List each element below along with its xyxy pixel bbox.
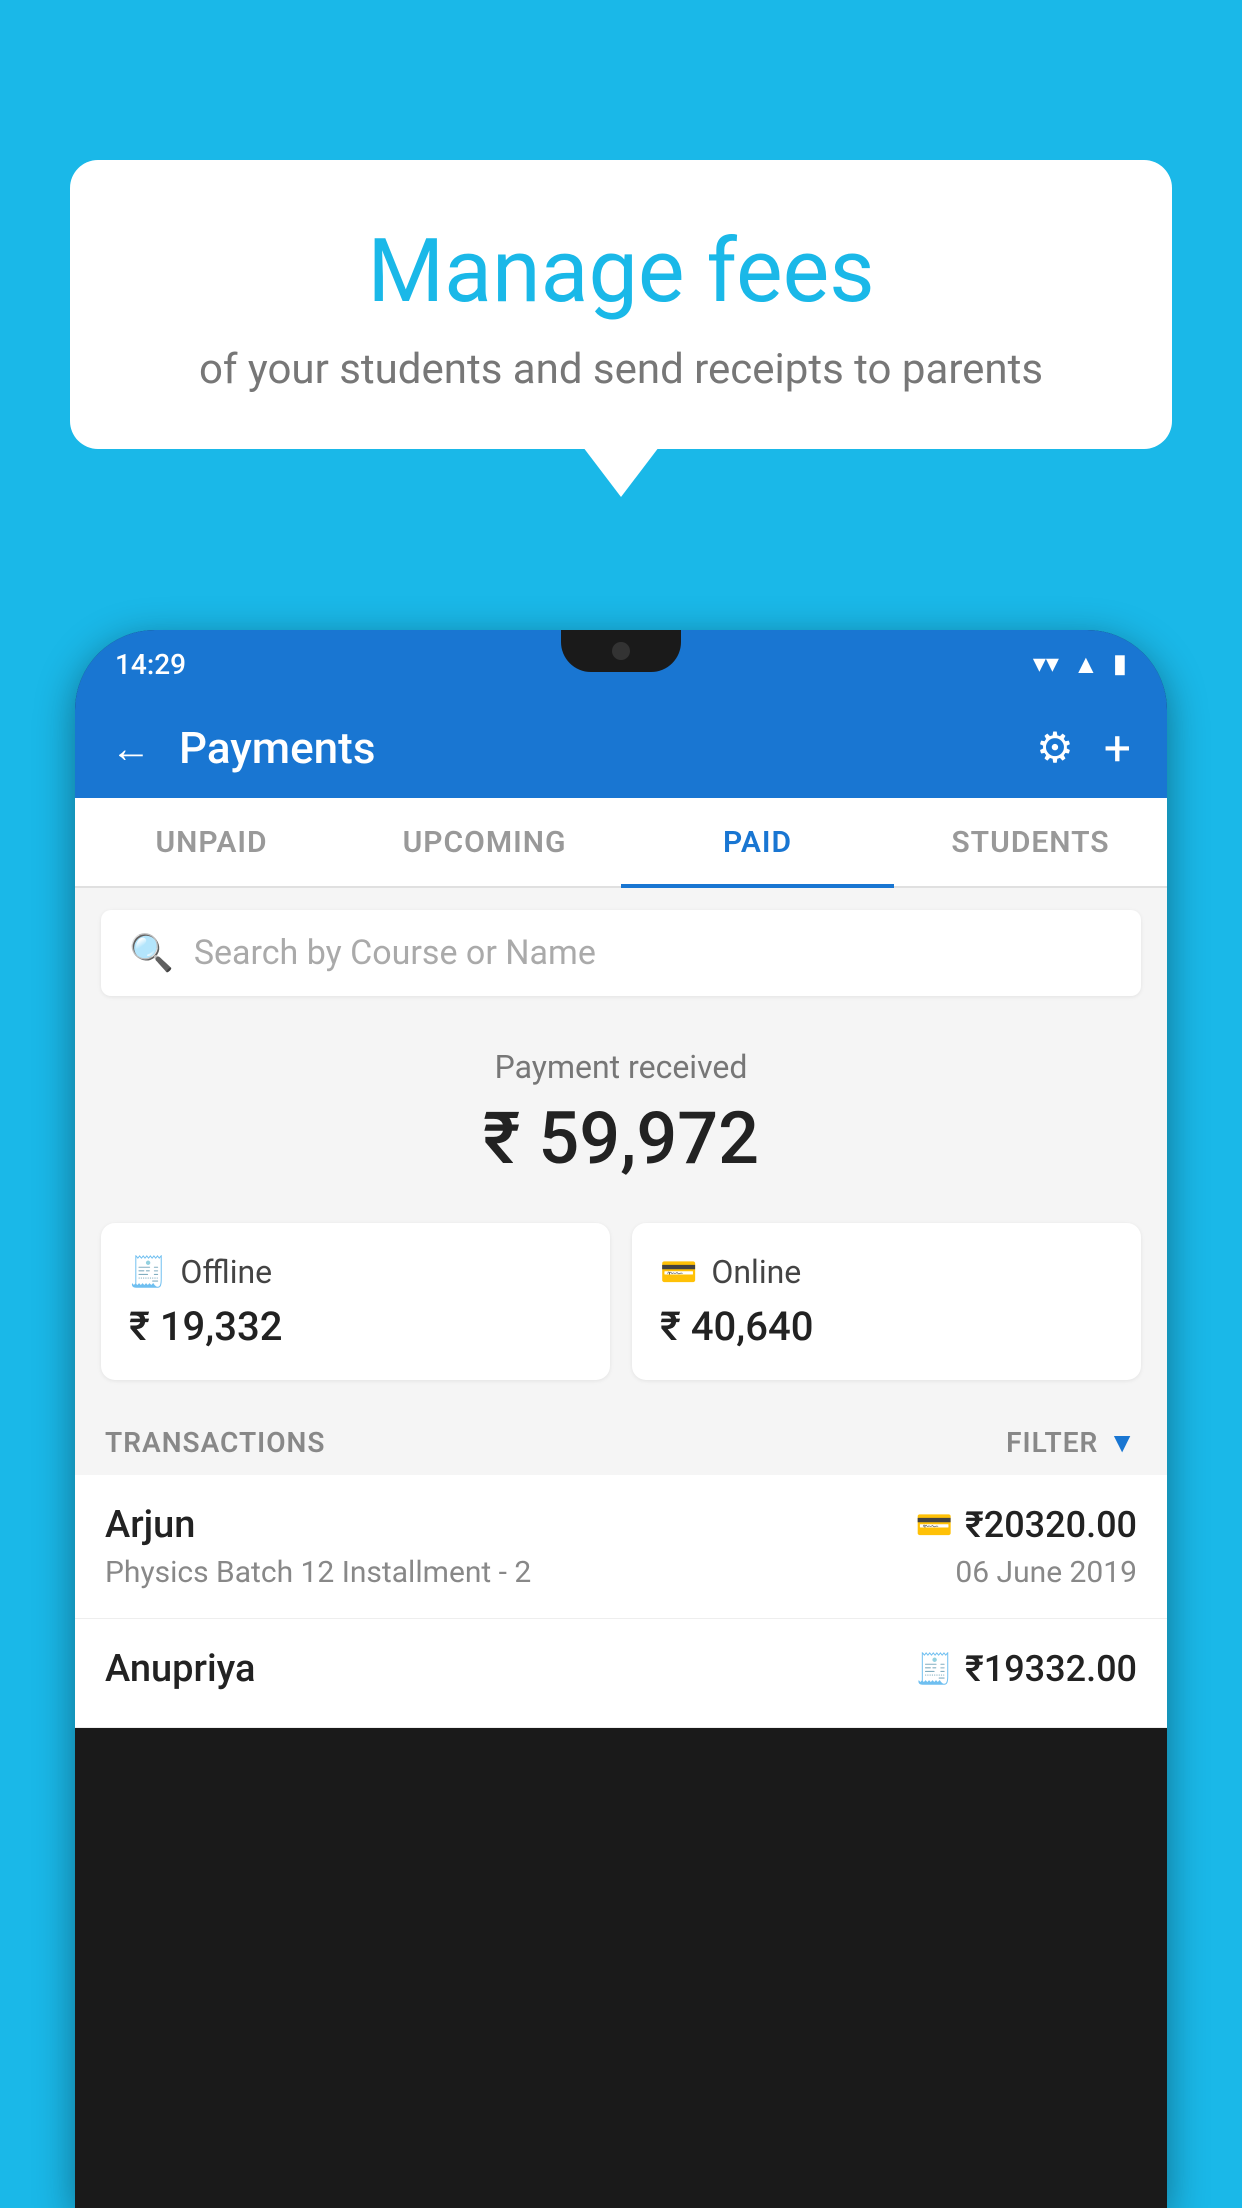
tab-paid[interactable]: PAID: [621, 798, 894, 886]
wifi-icon: ▾▾: [1033, 649, 1059, 679]
tx-amount: ₹20320.00: [965, 1504, 1137, 1546]
offline-card: 🧾 Offline ₹ 19,332: [101, 1223, 610, 1380]
phone-frame: 14:29 ▾▾ ▲ ▮ ← Payments ⚙ + UNPAID UPCOM…: [75, 630, 1167, 2208]
app-header: ← Payments ⚙ +: [75, 698, 1167, 798]
tx-date: 06 June 2019: [955, 1555, 1137, 1590]
camera: [612, 642, 630, 660]
offline-label: Offline: [180, 1253, 272, 1291]
online-card: 💳 Online ₹ 40,640: [632, 1223, 1141, 1380]
bubble-title: Manage fees: [120, 220, 1122, 323]
student-name: Arjun: [105, 1503, 195, 1547]
tx-amount: ₹19332.00: [965, 1648, 1137, 1690]
online-icon: 💳: [660, 1255, 697, 1290]
payment-cards: 🧾 Offline ₹ 19,332 💳 Online ₹ 40,640: [75, 1205, 1167, 1406]
tabs-bar: UNPAID UPCOMING PAID STUDENTS: [75, 798, 1167, 888]
signal-icon: ▲: [1073, 649, 1099, 680]
search-bar[interactable]: 🔍 Search by Course or Name: [101, 910, 1141, 996]
search-input[interactable]: Search by Course or Name: [194, 933, 596, 973]
back-button[interactable]: ←: [111, 725, 151, 772]
transactions-header: TRANSACTIONS FILTER ▼: [75, 1406, 1167, 1475]
transaction-row: Anupriya 🧾 ₹19332.00: [75, 1619, 1167, 1728]
filter-icon: ▼: [1108, 1426, 1137, 1459]
status-time: 14:29: [115, 648, 186, 681]
payment-total-amount: ₹ 59,972: [75, 1096, 1167, 1181]
speech-bubble: Manage fees of your students and send re…: [70, 160, 1172, 449]
add-button[interactable]: +: [1104, 720, 1131, 777]
phone-content: 🔍 Search by Course or Name Payment recei…: [75, 888, 1167, 1728]
status-bar: 14:29 ▾▾ ▲ ▮: [75, 630, 1167, 698]
notch: [561, 630, 681, 672]
payment-summary: Payment received ₹ 59,972: [75, 1018, 1167, 1205]
offline-tx-icon: 🧾: [916, 1652, 953, 1687]
bubble-subtitle: of your students and send receipts to pa…: [120, 345, 1122, 394]
course-info: Physics Batch 12 Installment - 2: [105, 1555, 531, 1590]
payment-received-label: Payment received: [75, 1048, 1167, 1086]
card-icon: 💳: [916, 1508, 953, 1543]
status-icons: ▾▾ ▲ ▮: [1033, 649, 1127, 680]
offline-amount: ₹ 19,332: [129, 1303, 582, 1350]
transaction-row: Arjun 💳 ₹20320.00 Physics Batch 12 Insta…: [75, 1475, 1167, 1619]
online-amount: ₹ 40,640: [660, 1303, 1113, 1350]
battery-icon: ▮: [1113, 649, 1127, 679]
tab-students[interactable]: STUDENTS: [894, 798, 1167, 886]
online-label: Online: [711, 1253, 801, 1291]
offline-icon: 🧾: [129, 1255, 166, 1290]
filter-button[interactable]: FILTER ▼: [1006, 1426, 1137, 1459]
filter-label: FILTER: [1006, 1426, 1098, 1459]
header-title: Payments: [179, 722, 1036, 774]
settings-button[interactable]: ⚙: [1036, 723, 1074, 773]
search-icon: 🔍: [129, 932, 174, 974]
student-name: Anupriya: [105, 1647, 255, 1691]
transactions-label: TRANSACTIONS: [105, 1426, 325, 1459]
tab-unpaid[interactable]: UNPAID: [75, 798, 348, 886]
tab-upcoming[interactable]: UPCOMING: [348, 798, 621, 886]
